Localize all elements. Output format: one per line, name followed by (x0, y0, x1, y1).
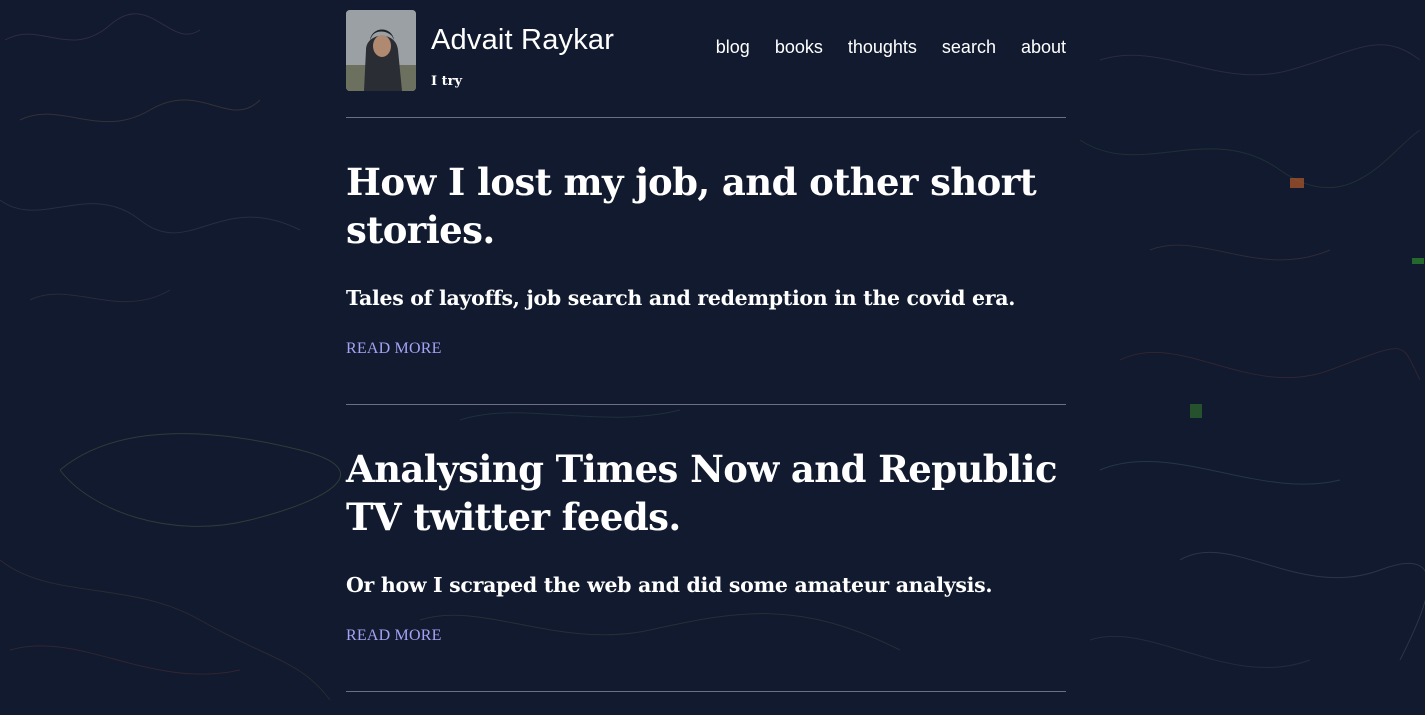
nav-link-blog[interactable]: blog (716, 37, 750, 58)
read-more-link[interactable]: READ MORE (346, 340, 442, 358)
nav-link-thoughts[interactable]: thoughts (848, 37, 917, 58)
post-item: Analysing Times Now and Republic TV twit… (346, 405, 1066, 692)
site-tagline: I try (431, 74, 463, 89)
post-title[interactable]: Analysing Times Now and Republic TV twit… (346, 445, 1066, 541)
post-title[interactable]: How I lost my job, and other short stori… (346, 158, 1066, 254)
nav-link-books[interactable]: books (775, 37, 823, 58)
avatar[interactable] (346, 10, 416, 91)
post-item: How I lost my job, and other short stori… (346, 118, 1066, 405)
site-title[interactable]: Advait Raykar (431, 24, 614, 57)
post-subtitle: Or how I scraped the web and did some am… (346, 573, 993, 597)
nav-link-about[interactable]: about (1021, 37, 1066, 58)
avatar-image (346, 10, 416, 91)
page-container: Advait Raykar I try blog books thoughts … (346, 0, 1066, 692)
site-header: Advait Raykar I try blog books thoughts … (346, 0, 1066, 118)
post-subtitle: Tales of layoffs, job search and redempt… (346, 286, 1016, 310)
main-nav: blog books thoughts search about (716, 37, 1066, 58)
read-more-link[interactable]: READ MORE (346, 627, 442, 645)
nav-link-search[interactable]: search (942, 37, 996, 58)
